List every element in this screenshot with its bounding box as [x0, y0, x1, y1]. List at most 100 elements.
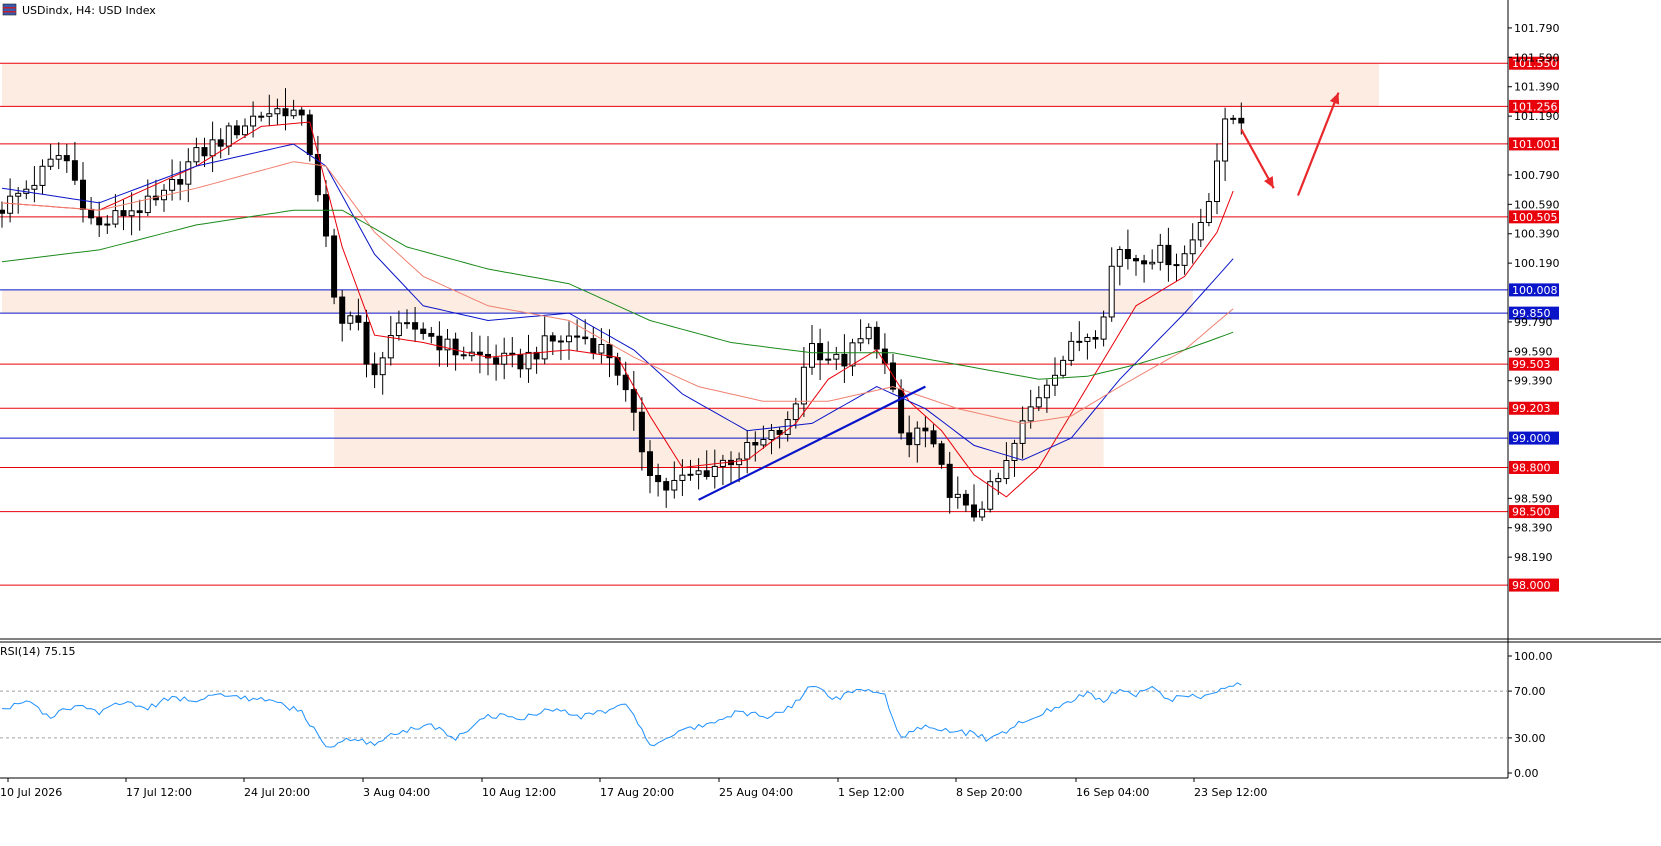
candle[interactable]	[566, 321, 572, 360]
candle[interactable]	[509, 337, 516, 368]
candle[interactable]	[225, 122, 232, 156]
candle[interactable]	[1165, 227, 1172, 282]
candle[interactable]	[39, 159, 46, 195]
candle[interactable]	[1035, 386, 1042, 412]
candle[interactable]	[598, 328, 605, 364]
candle[interactable]	[363, 309, 370, 378]
candle[interactable]	[817, 328, 824, 381]
chart-canvas[interactable]: USDindx, H4: USD Index 101.550101.256101…	[0, 0, 1661, 846]
price-axis[interactable]: 101.550101.256101.001100.505100.00899.85…	[1508, 22, 1560, 592]
candle[interactable]	[525, 334, 532, 383]
time-axis[interactable]: 10 Jul 2026 17 Jul 12:00 24 Jul 20:00 3 Aug…	[0, 778, 1267, 799]
candle[interactable]	[104, 215, 111, 234]
candle[interactable]	[493, 344, 500, 381]
candle[interactable]	[0, 201, 5, 228]
candle[interactable]	[80, 162, 86, 223]
candle[interactable]	[954, 476, 961, 509]
candle[interactable]	[809, 325, 815, 375]
candle[interactable]	[1116, 246, 1123, 286]
candle[interactable]	[541, 315, 548, 365]
candle[interactable]	[476, 335, 483, 374]
candle[interactable]	[979, 501, 986, 522]
candle[interactable]	[23, 180, 30, 200]
candle[interactable]	[1076, 321, 1083, 352]
candle[interactable]	[47, 143, 54, 170]
candle[interactable]	[962, 489, 969, 512]
candle[interactable]	[452, 332, 459, 371]
candle[interactable]	[841, 334, 848, 383]
candle[interactable]	[533, 346, 540, 374]
candle[interactable]	[849, 338, 856, 377]
candle[interactable]	[128, 192, 135, 236]
candle[interactable]	[185, 148, 192, 203]
candle[interactable]	[379, 351, 386, 395]
candle-body	[1173, 264, 1180, 267]
candle[interactable]	[339, 289, 346, 342]
candle[interactable]	[258, 111, 265, 122]
candle[interactable]	[1205, 193, 1212, 227]
candle[interactable]	[71, 141, 78, 185]
candle[interactable]	[217, 128, 224, 159]
candle[interactable]	[420, 322, 427, 340]
candle[interactable]	[1052, 357, 1058, 396]
candle[interactable]	[1181, 245, 1188, 275]
candle[interactable]	[468, 331, 475, 362]
candle[interactable]	[233, 120, 240, 139]
candle[interactable]	[193, 137, 200, 166]
candle[interactable]	[800, 346, 807, 417]
candle[interactable]	[1157, 233, 1164, 271]
candle[interactable]	[1214, 143, 1220, 215]
candle[interactable]	[1149, 249, 1156, 270]
candle[interactable]	[1068, 332, 1075, 366]
candle[interactable]	[1197, 208, 1204, 248]
candle[interactable]	[1230, 114, 1237, 125]
candle[interactable]	[387, 316, 394, 366]
candle[interactable]	[177, 161, 184, 201]
candle[interactable]	[1100, 310, 1107, 347]
candle[interactable]	[501, 337, 508, 380]
candle[interactable]	[31, 165, 38, 203]
candle[interactable]	[881, 333, 888, 375]
level-label-4: 100.008	[1512, 284, 1558, 297]
candle[interactable]	[590, 326, 597, 360]
candle[interactable]	[371, 352, 378, 389]
candle[interactable]	[987, 469, 994, 513]
candle[interactable]	[331, 228, 338, 305]
candle[interactable]	[485, 336, 491, 376]
candle[interactable]	[55, 142, 62, 170]
candle[interactable]	[161, 184, 167, 212]
rsi-pane[interactable]: RSI(14) 75.15	[0, 645, 1508, 748]
candle[interactable]	[96, 201, 103, 237]
candle[interactable]	[1173, 253, 1180, 282]
candle[interactable]	[557, 335, 564, 361]
candle[interactable]	[209, 121, 216, 173]
candle[interactable]	[833, 346, 840, 370]
candle[interactable]	[971, 484, 977, 522]
candle[interactable]	[857, 319, 864, 352]
arrow-down-icon[interactable]	[1240, 128, 1275, 189]
candle[interactable]	[655, 463, 662, 497]
candle[interactable]	[395, 310, 402, 341]
candle[interactable]	[7, 178, 14, 223]
main-chart[interactable]	[0, 62, 1508, 586]
candle[interactable]	[1124, 229, 1131, 270]
candle[interactable]	[1060, 355, 1067, 379]
candle[interactable]	[865, 323, 872, 345]
candle[interactable]	[517, 348, 524, 378]
candle[interactable]	[136, 199, 143, 231]
candle[interactable]	[63, 143, 70, 173]
candle[interactable]	[1141, 254, 1148, 283]
candle[interactable]	[1133, 254, 1139, 276]
candle[interactable]	[460, 346, 467, 360]
candle[interactable]	[428, 326, 435, 344]
candle[interactable]	[436, 321, 443, 367]
candle[interactable]	[1108, 247, 1115, 322]
candle[interactable]	[1189, 223, 1196, 264]
candle[interactable]	[938, 440, 945, 469]
candle[interactable]	[1084, 333, 1091, 360]
candle[interactable]	[112, 194, 119, 228]
candle[interactable]	[1092, 330, 1099, 349]
candle[interactable]	[347, 311, 354, 331]
candle[interactable]	[663, 477, 670, 508]
candle[interactable]	[1222, 107, 1229, 181]
